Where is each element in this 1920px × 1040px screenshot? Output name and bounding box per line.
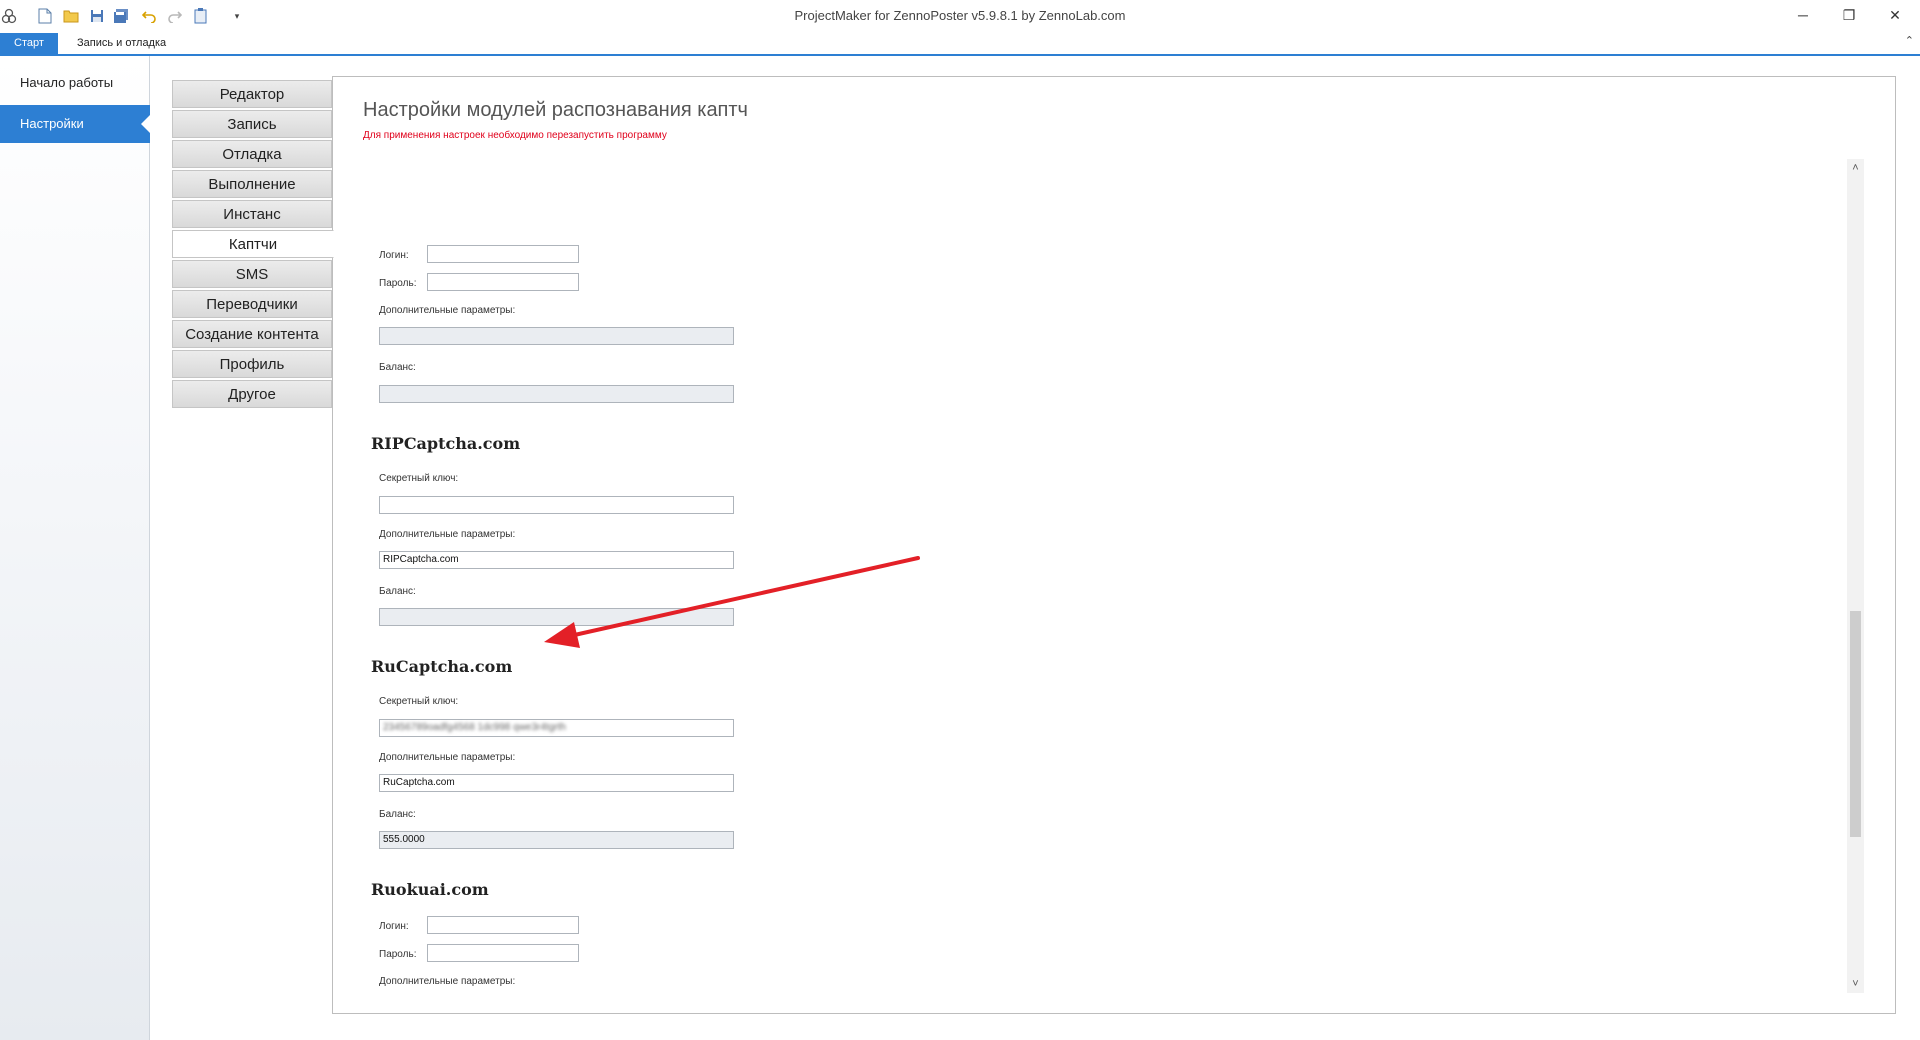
extra-params-field[interactable]: [379, 327, 734, 345]
ribbon-tab-bar: Старт Запись и отладка ⌃: [0, 32, 1920, 56]
ripcaptcha-section-title: RIPCaptcha.com: [371, 434, 521, 453]
tab-other[interactable]: Другое: [172, 380, 332, 408]
tab-profile[interactable]: Профиль: [172, 350, 332, 378]
rucaptcha-balance-field: 555.0000: [379, 831, 734, 849]
ruokuai-password-label: Пароль:: [379, 949, 417, 960]
rucaptcha-key-value: 23456789oadfg4568 1dc998 qwe3r4tgrth: [383, 722, 566, 733]
settings-tab-list: Редактор Запись Отладка Выполнение Инста…: [172, 80, 334, 410]
tab-content-creation[interactable]: Создание контента: [172, 320, 332, 348]
nav-item-getting-started[interactable]: Начало работы: [0, 64, 150, 102]
balance-field: [379, 385, 734, 403]
restore-button[interactable]: ❐: [1826, 0, 1872, 30]
ruokuai-login-input[interactable]: [427, 916, 579, 934]
tab-recording[interactable]: Запись: [172, 110, 332, 138]
login-input[interactable]: [427, 245, 579, 263]
rucaptcha-balance-label: Баланс:: [379, 809, 416, 820]
ripcaptcha-extra-label: Дополнительные параметры:: [379, 529, 516, 540]
tab-translators[interactable]: Переводчики: [172, 290, 332, 318]
rucaptcha-key-input[interactable]: 23456789oadfg4568 1dc998 qwe3r4tgrth: [379, 719, 734, 737]
ripcaptcha-balance-field: [379, 608, 734, 626]
ripcaptcha-key-label: Секретный ключ:: [379, 473, 459, 484]
tab-start[interactable]: Старт: [0, 33, 58, 54]
restart-warning: Для применения настроек необходимо перез…: [363, 130, 667, 141]
tab-debugging[interactable]: Отладка: [172, 140, 332, 168]
window-title: ProjectMaker for ZennoPoster v5.9.8.1 by…: [794, 8, 1126, 23]
tab-instance[interactable]: Инстанс: [172, 200, 332, 228]
tab-execution[interactable]: Выполнение: [172, 170, 332, 198]
ripcaptcha-extra-input[interactable]: RIPCaptcha.com: [379, 551, 734, 569]
captcha-settings-panel: Настройки модулей распознавания каптч Дл…: [332, 76, 1896, 1014]
collapse-ribbon-icon[interactable]: ⌃: [1905, 34, 1914, 47]
tab-record-debug[interactable]: Запись и отладка: [63, 33, 180, 54]
rucaptcha-extra-input[interactable]: RuCaptcha.com: [379, 774, 734, 792]
tab-sms[interactable]: SMS: [172, 260, 332, 288]
rucaptcha-key-label: Секретный ключ:: [379, 696, 459, 707]
rucaptcha-section-title: RuCaptcha.com: [371, 657, 513, 676]
close-button[interactable]: ✕: [1872, 0, 1918, 30]
balance-label: Баланс:: [379, 362, 416, 373]
ruokuai-login-label: Логин:: [379, 921, 409, 932]
vertical-scrollbar[interactable]: ˄ ˅: [1847, 159, 1864, 993]
left-navigation: Начало работы Настройки: [0, 56, 151, 1040]
ruokuai-section-title: Ruokuai.com: [371, 880, 489, 899]
scrollbar-thumb[interactable]: [1850, 611, 1861, 837]
ruokuai-extra-label: Дополнительные параметры:: [379, 976, 516, 987]
ruokuai-password-input[interactable]: [427, 944, 579, 962]
ripcaptcha-key-input[interactable]: [379, 496, 734, 514]
password-label: Пароль:: [379, 278, 417, 289]
title-bar: ▾ ProjectMaker for ZennoPoster v5.9.8.1 …: [0, 0, 1920, 32]
scroll-down-icon[interactable]: ˅: [1847, 977, 1864, 991]
settings-scroll-area: Логин: Пароль: Дополнительные параметры:…: [333, 159, 1873, 993]
ripcaptcha-balance-label: Баланс:: [379, 586, 416, 597]
scroll-up-icon[interactable]: ˄: [1847, 161, 1864, 175]
login-label: Логин:: [379, 250, 409, 261]
rucaptcha-extra-label: Дополнительные параметры:: [379, 752, 516, 763]
nav-item-settings[interactable]: Настройки: [0, 105, 151, 143]
extra-params-label: Дополнительные параметры:: [379, 305, 516, 316]
tab-editor[interactable]: Редактор: [172, 80, 332, 108]
minimize-button[interactable]: ─: [1780, 0, 1826, 30]
tab-captcha[interactable]: Каптчи: [172, 230, 334, 258]
password-input[interactable]: [427, 273, 579, 291]
page-title: Настройки модулей распознавания каптч: [363, 99, 748, 121]
